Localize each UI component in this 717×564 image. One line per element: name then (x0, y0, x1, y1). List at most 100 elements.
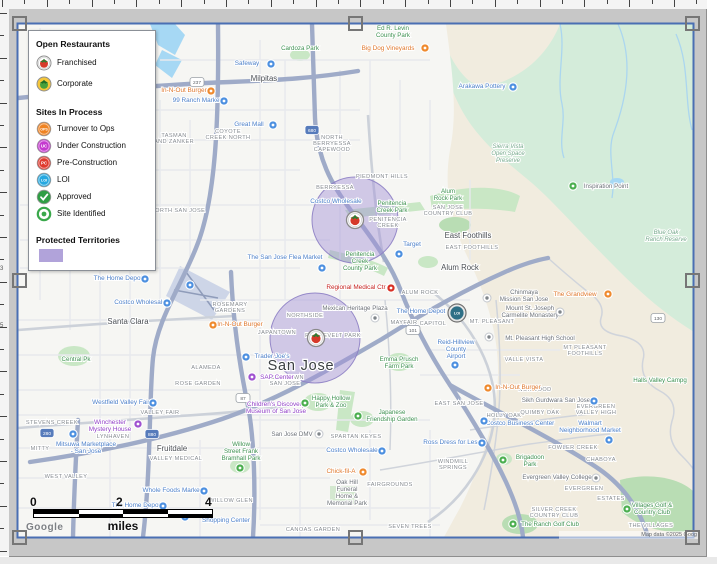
map-label: Sikh Gurdwara San Jose (522, 397, 591, 404)
selection-handle-top-left[interactable] (12, 16, 27, 31)
map-label: Arakawa Pottery (459, 83, 507, 90)
map-label: Happy Hollow (312, 395, 351, 402)
loi-site-marker[interactable]: LOI (448, 304, 466, 322)
map-label: Westfield Valley Fair (92, 399, 151, 406)
loi-icon: LOI (36, 172, 52, 188)
franchised-site-marker[interactable] (347, 212, 364, 229)
blue-poi-icon (269, 121, 277, 129)
legend-item-label: Under Construction (57, 141, 126, 150)
green-poi-icon (354, 412, 362, 420)
map-label: East Foothills (445, 231, 492, 240)
map-label: Children's Discovery (247, 401, 306, 408)
red-poi-icon (387, 284, 395, 292)
legend-item-label: Turnover to Ops (57, 124, 115, 133)
selection-handle-bottom-right[interactable] (685, 530, 700, 545)
map-label: Memorial Park (327, 500, 368, 507)
map-label: JAPANTOWN (258, 330, 296, 336)
map-label: WEST VALLEY (45, 474, 88, 480)
map-label: Emma Prusch (380, 356, 419, 363)
map-label: Great Mall (234, 121, 263, 128)
map-label: MITTY (31, 446, 50, 452)
gray-poi-icon (485, 333, 493, 341)
protected-territory-swatch (39, 249, 63, 262)
turnover-to-ops-icon: OPS (36, 121, 52, 137)
map-label: Penitencia (378, 200, 407, 207)
map-label: EAST FOOTHILLS (446, 245, 499, 251)
window-right-margin (707, 0, 717, 564)
map-label: Big Dog Vineyards (362, 45, 415, 52)
google-logo: Google (26, 522, 63, 533)
blue-poi-icon (200, 487, 208, 495)
scale-tick-0: 0 (30, 495, 37, 509)
map-label: FOWLER CREEK (548, 445, 598, 451)
map-label: ALAMEDA (191, 365, 221, 371)
franchised-site-marker[interactable] (308, 330, 325, 347)
blue-poi-icon (509, 83, 517, 91)
map-label: The Grandview (553, 291, 597, 298)
map-label: Whole Foods Market (143, 487, 202, 494)
franchised-icon (36, 55, 52, 71)
map-label: CANOAS GARDEN (286, 527, 340, 533)
map-label: Mount St. Joseph (506, 305, 555, 312)
map-label: County (446, 346, 467, 353)
selection-handle-middle-left[interactable] (12, 273, 27, 288)
map-label: LYNHAVEN (97, 434, 130, 440)
selection-handle-middle-right[interactable] (685, 273, 700, 288)
map-label: San Jose (268, 358, 335, 374)
map-label: Milpitas (251, 74, 278, 83)
legend-item: Corporate (36, 73, 148, 94)
blue-poi-icon (267, 60, 275, 68)
map-label: Chinmaya (510, 289, 538, 296)
legend-item-label: Pre-Construction (57, 158, 117, 167)
svg-text:OPS: OPS (40, 127, 48, 131)
map-label: Carmelite Monastery (501, 312, 559, 319)
legend-section-title: Protected Territories (36, 235, 148, 245)
green-poi-icon (499, 456, 507, 464)
legend-item: OPS Turnover to Ops (36, 120, 148, 137)
selection-handle-top-right[interactable] (685, 16, 700, 31)
map-label: The Home Depot (397, 308, 446, 315)
map-label: EVERGREEN (565, 486, 604, 492)
selection-handle-bottom-left[interactable] (12, 530, 27, 545)
map-label: THE VILLAGES (629, 523, 674, 529)
blue-poi-icon (220, 97, 228, 105)
legend-section-title: Open Restaurants (36, 39, 148, 49)
orange-poi-icon (484, 384, 492, 392)
map-label: The Ranch Golf Club (521, 521, 579, 528)
blue-poi-icon (141, 275, 149, 283)
scale-bar-rule (33, 509, 213, 518)
gray-poi-icon (315, 430, 323, 438)
legend-item-label: Site Identified (57, 209, 105, 218)
legend-item: LOILOI (36, 171, 148, 188)
map-legend: Open RestaurantsFranchisedCorporateSites… (28, 30, 156, 271)
route-shield: 237 (190, 78, 204, 87)
approved-icon (36, 189, 52, 205)
map-label: Japanese (379, 409, 406, 416)
map-label: COUNTRY CLUB (424, 211, 473, 217)
map-label: The San Jose Flea Market (248, 254, 323, 261)
map-label: Ross Dress for Less (423, 439, 481, 446)
map-label: SEVEN TREES (388, 524, 431, 530)
map-label: HOLLY OAK (487, 413, 522, 419)
map-label: VALLEY HIGH (576, 410, 617, 416)
map-label: 99 Ranch Market (173, 97, 222, 104)
map-label: Mexican Heritage Plaza (322, 305, 388, 312)
blue-poi-icon (378, 447, 386, 455)
map-label: Cardoza Park (281, 45, 320, 52)
selection-handle-bottom-center[interactable] (348, 530, 363, 545)
under-construction-icon: UC (36, 138, 52, 154)
purple-poi-icon (248, 373, 256, 381)
selection-handle-top-center[interactable] (348, 16, 363, 31)
map-label: Creek (352, 258, 369, 265)
svg-text:237: 237 (193, 80, 201, 86)
orange-poi-icon (359, 468, 367, 476)
map-label: San Jose DMV (271, 431, 313, 438)
green-poi-icon (623, 505, 631, 513)
map-label: Open Space (491, 151, 525, 157)
map-label: Santa Clara (107, 317, 149, 326)
orange-poi-icon (209, 321, 217, 329)
map-label: County Park (343, 265, 378, 272)
canvas-area: 23768088028010187130 Ed R. LevinCounty P… (9, 9, 707, 557)
map-label: Evergreen Valley College (522, 474, 592, 481)
gray-poi-icon (592, 474, 600, 482)
